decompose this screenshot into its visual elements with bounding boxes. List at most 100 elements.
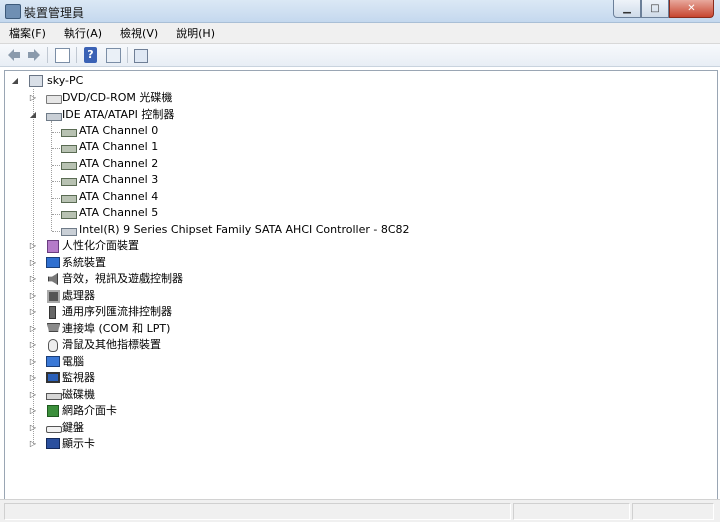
toolbar: ? [0,44,720,67]
expand-arrow-icon[interactable]: ▷ [29,403,37,419]
category-label: 通用序列匯流排控制器 [62,305,172,318]
computer-icon [29,75,43,87]
ata-channel-icon [61,145,77,153]
category-label: 人性化介面裝置 [62,239,139,252]
forward-arrow-icon[interactable] [26,47,42,63]
device-label: Intel(R) 9 Series Chipset Family SATA AH… [79,223,410,236]
tree-root[interactable]: ◢ sky-PC [11,73,211,89]
category-row[interactable]: ▷ 電腦 [29,354,429,370]
maximize-button[interactable]: □ [641,0,669,18]
device-row[interactable]: ATA Channel 2 [59,156,459,172]
category-label: 顯示卡 [62,437,95,450]
title-bar: 裝置管理員 ▁ □ ✕ [0,0,720,23]
processor-icon [47,290,60,303]
category-label: IDE ATA/ATAPI 控制器 [62,108,175,121]
view-details-icon[interactable] [106,48,121,63]
window-controls: ▁ □ ✕ [613,0,714,18]
status-pane [632,503,714,520]
category-label: 音效，視訊及遊戲控制器 [62,272,183,285]
ata-channel-icon [61,162,77,170]
root-label: sky-PC [47,74,84,87]
status-bar [0,499,720,522]
category-row[interactable]: ▷ 網路介面卡 [29,403,429,419]
device-row[interactable]: ATA Channel 4 [59,189,459,205]
device-label: ATA Channel 5 [79,206,159,219]
expand-arrow-icon[interactable]: ▷ [29,238,37,254]
back-arrow-icon[interactable] [6,47,22,63]
device-row[interactable]: ATA Channel 0 [59,123,459,139]
category-row[interactable]: ▷ 鍵盤 [29,420,429,436]
expand-arrow-icon[interactable]: ▷ [29,420,37,436]
help-icon[interactable]: ? [84,47,97,63]
category-label: 磁碟機 [62,388,95,401]
device-row[interactable]: ATA Channel 3 [59,172,459,188]
category-label: 滑鼠及其他指標裝置 [62,338,161,351]
collapse-arrow-icon[interactable]: ◢ [29,107,37,123]
sata-controller-icon [61,228,77,236]
category-label: DVD/CD-ROM 光碟機 [62,91,173,104]
expand-arrow-icon[interactable]: ▷ [29,436,37,452]
menu-file[interactable]: 檔案(F) [0,25,55,41]
display-adapter-icon [46,438,60,449]
toolbar-separator [76,47,77,63]
window-title: 裝置管理員 [24,6,85,20]
device-tree[interactable]: ◢ sky-PC ▷ DVD/CD-ROM 光碟機 ◢ IDE ATA/ATAP… [4,70,718,500]
menu-action[interactable]: 執行(A) [55,25,111,41]
system-device-icon [46,257,60,268]
device-label: ATA Channel 4 [79,190,159,203]
status-pane [513,503,630,520]
device-row[interactable]: Intel(R) 9 Series Chipset Family SATA AH… [59,222,459,238]
expand-arrow-icon[interactable]: ▷ [29,288,37,304]
category-row[interactable]: ▷ 系統裝置 [29,255,429,271]
expand-arrow-icon[interactable]: ▷ [29,304,37,320]
expand-arrow-icon[interactable]: ▷ [29,271,37,287]
device-row[interactable]: ATA Channel 5 [59,205,459,221]
category-row[interactable]: ▷ 人性化介面裝置 [29,238,429,254]
category-row[interactable]: ▷ 滑鼠及其他指標裝置 [29,337,429,353]
expand-arrow-icon[interactable]: ▷ [29,321,37,337]
expand-arrow-icon[interactable]: ▷ [29,337,37,353]
menu-view[interactable]: 檢視(V) [111,25,167,41]
category-row[interactable]: ▷ 處理器 [29,288,429,304]
category-label: 處理器 [62,289,95,302]
device-row[interactable]: ATA Channel 1 [59,139,459,155]
category-row[interactable]: ▷ 顯示卡 [29,436,429,452]
toolbar-separator [127,47,128,63]
close-button[interactable]: ✕ [669,0,714,18]
network-adapter-icon [47,405,59,417]
expand-arrow-icon[interactable]: ▷ [29,90,37,106]
usb-icon [49,306,56,319]
category-row[interactable]: ▷ 音效，視訊及遊戲控制器 [29,271,429,287]
category-row[interactable]: ▷ 通用序列匯流排控制器 [29,304,429,320]
properties-icon[interactable] [55,48,70,63]
dvd-drive-icon [46,95,62,104]
menu-help[interactable]: 說明(H) [167,25,224,41]
expand-arrow-icon[interactable]: ▷ [29,387,37,403]
minimize-button[interactable]: ▁ [613,0,641,18]
scan-hardware-icon[interactable] [134,49,148,63]
monitor-icon [46,372,60,383]
category-row[interactable]: ▷ 磁碟機 [29,387,429,403]
category-row[interactable]: ▷ 連接埠 (COM 和 LPT) [29,321,429,337]
ide-controller-icon [46,113,62,121]
sound-icon [48,273,58,285]
port-icon [47,323,60,332]
expand-arrow-icon[interactable]: ▷ [29,370,37,386]
ata-channel-icon [61,211,77,219]
category-row[interactable]: ◢ IDE ATA/ATAPI 控制器 [29,107,429,123]
mouse-icon [48,339,58,352]
expand-arrow-icon[interactable]: ▷ [29,354,37,370]
device-manager-icon [5,4,21,19]
menu-bar: 檔案(F) 執行(A) 檢視(V) 說明(H) [0,23,720,44]
category-label: 系統裝置 [62,256,106,269]
ata-channel-icon [61,129,77,137]
collapse-arrow-icon[interactable]: ◢ [11,73,19,89]
status-pane [4,503,511,520]
category-label: 電腦 [62,355,84,368]
category-row[interactable]: ▷ 監視器 [29,370,429,386]
category-label: 監視器 [62,371,95,384]
expand-arrow-icon[interactable]: ▷ [29,255,37,271]
device-label: ATA Channel 1 [79,140,159,153]
computer-icon [46,356,60,367]
category-row[interactable]: ▷ DVD/CD-ROM 光碟機 [29,90,429,106]
